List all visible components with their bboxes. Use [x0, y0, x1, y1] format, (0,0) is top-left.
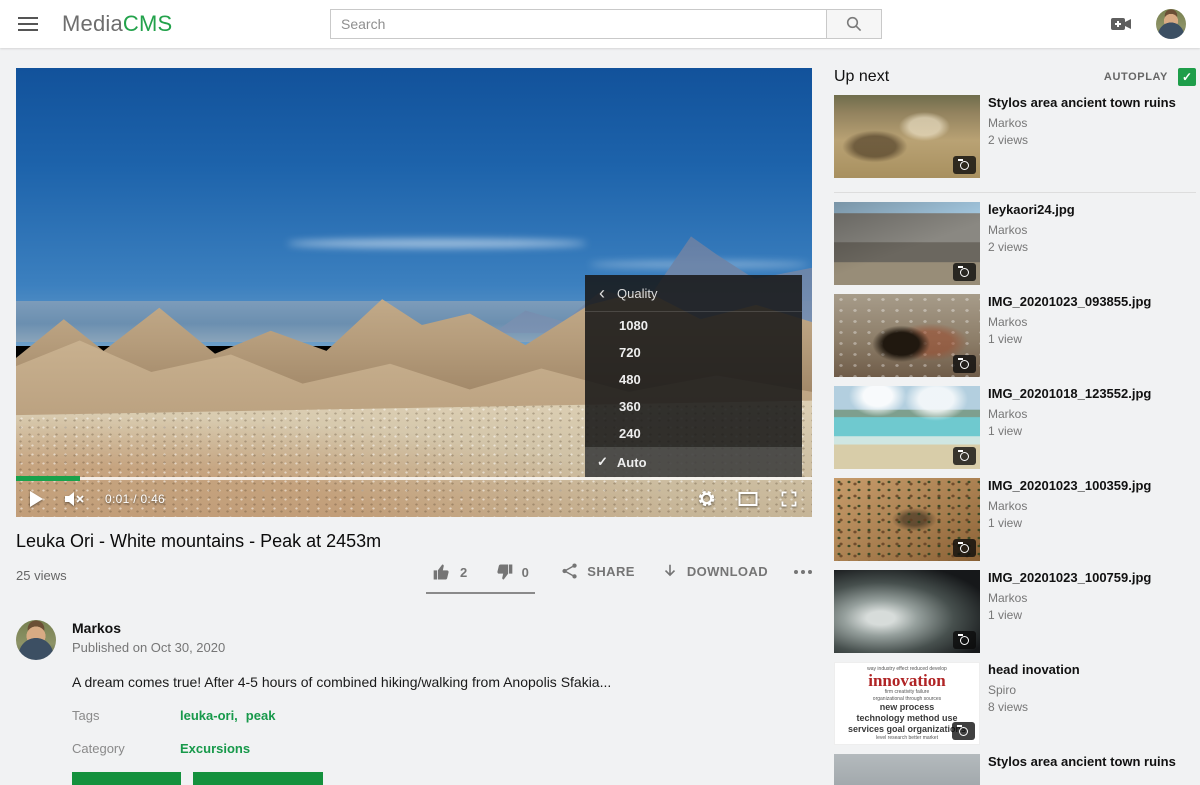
- divider: [834, 192, 1196, 193]
- more-options-icon[interactable]: [794, 562, 812, 574]
- quality-option-720[interactable]: 720: [585, 339, 802, 366]
- related-media-item[interactable]: IMG_20201018_123552.jpg Markos 1 view: [834, 386, 1196, 469]
- related-thumbnail: [834, 570, 980, 653]
- camera-badge-icon: [952, 722, 975, 740]
- search-bar: [330, 9, 882, 39]
- camera-badge-icon: [953, 631, 976, 649]
- settings-gear-icon[interactable]: [697, 489, 716, 508]
- related-media-item[interactable]: IMG_20201023_100759.jpg Markos 1 view: [834, 570, 1196, 653]
- tag-link-leuka-ori[interactable]: leuka-ori,: [180, 708, 238, 723]
- media-description: A dream comes true! After 4-5 hours of c…: [72, 674, 812, 690]
- tag-link-peak[interactable]: peak: [246, 708, 276, 723]
- related-thumbnail: [834, 202, 980, 285]
- chevron-left-icon: [599, 284, 605, 302]
- related-thumbnail: [834, 95, 980, 178]
- play-button[interactable]: [30, 491, 43, 507]
- autoplay-checkbox[interactable]: [1178, 68, 1196, 86]
- top-navbar: MediaCMS: [0, 0, 1200, 48]
- related-thumbnail-wordcloud: way industry effect reduced develop inno…: [834, 662, 980, 745]
- logo-cms: CMS: [123, 11, 173, 36]
- related-thumbnail: [834, 294, 980, 377]
- video-frame-cloud: [287, 239, 587, 248]
- quality-menu: Quality 1080 720 480 360 240 Auto: [585, 275, 802, 477]
- mute-icon[interactable]: [63, 490, 85, 508]
- like-count: 2: [460, 565, 468, 580]
- author-name[interactable]: Markos: [72, 620, 225, 636]
- app-logo[interactable]: MediaCMS: [62, 11, 172, 37]
- related-thumbnail: [834, 754, 980, 785]
- publish-date: Published on Oct 30, 2020: [72, 640, 225, 655]
- camera-badge-icon: [953, 355, 976, 373]
- camera-badge-icon: [953, 263, 976, 281]
- category-label: Category: [72, 741, 180, 756]
- search-button[interactable]: [827, 9, 882, 39]
- related-media-item[interactable]: way industry effect reduced develop inno…: [834, 662, 1196, 745]
- thumbs-down-icon: [494, 562, 514, 582]
- category-row: Category Excursions: [72, 741, 812, 756]
- video-controls: 0:01 / 0:46: [16, 480, 812, 517]
- quality-menu-back[interactable]: Quality: [585, 275, 802, 312]
- thumbs-up-icon: [432, 562, 452, 582]
- menu-icon[interactable]: [8, 4, 48, 44]
- video-player[interactable]: Quality 1080 720 480 360 240 Auto: [16, 68, 812, 517]
- media-title: Leuka Ori - White mountains - Peak at 24…: [16, 531, 812, 552]
- related-media-item[interactable]: IMG_20201023_093855.jpg Markos 1 view: [834, 294, 1196, 377]
- delete-media-button[interactable]: DELETE MEDIA: [193, 772, 323, 785]
- fullscreen-icon[interactable]: [780, 490, 798, 508]
- quality-option-1080[interactable]: 1080: [585, 312, 802, 339]
- autoplay-label: AUTOPLAY: [1104, 71, 1168, 83]
- time-display: 0:01 / 0:46: [105, 492, 165, 506]
- upload-media-icon[interactable]: [1110, 15, 1132, 33]
- author-avatar[interactable]: [16, 620, 56, 660]
- vote-group: 2 0: [426, 562, 535, 594]
- related-media-item[interactable]: IMG_20201023_100359.jpg Markos 1 view: [834, 478, 1196, 561]
- download-button[interactable]: DOWNLOAD: [661, 562, 768, 580]
- related-thumbnail: [834, 478, 980, 561]
- search-icon: [845, 15, 863, 33]
- category-link[interactable]: Excursions: [180, 741, 250, 756]
- theater-mode-icon[interactable]: [738, 491, 758, 507]
- share-icon: [561, 562, 579, 580]
- dislike-button[interactable]: 0: [494, 562, 530, 582]
- check-icon: [597, 454, 608, 470]
- user-avatar[interactable]: [1156, 9, 1186, 39]
- search-input[interactable]: [330, 9, 827, 39]
- quality-option-auto[interactable]: Auto: [585, 447, 802, 477]
- tags-label: Tags: [72, 708, 180, 723]
- edit-media-button[interactable]: EDIT MEDIA: [72, 772, 181, 785]
- camera-badge-icon: [953, 156, 976, 174]
- tags-row: Tags leuka-ori, peak: [72, 708, 812, 723]
- dislike-count: 0: [522, 565, 530, 580]
- quality-option-360[interactable]: 360: [585, 393, 802, 420]
- like-button[interactable]: 2: [432, 562, 468, 582]
- share-button[interactable]: SHARE: [561, 562, 635, 580]
- camera-badge-icon: [953, 539, 976, 557]
- camera-badge-icon: [953, 447, 976, 465]
- quality-option-240[interactable]: 240: [585, 420, 802, 447]
- related-media-item[interactable]: Stylos area ancient town ruins: [834, 754, 1196, 785]
- views-count: 25 views: [16, 562, 67, 583]
- related-media-item[interactable]: Stylos area ancient town ruins Markos 2 …: [834, 95, 1196, 178]
- download-icon: [661, 562, 679, 580]
- up-next-title: Up next: [834, 68, 889, 86]
- quality-option-480[interactable]: 480: [585, 366, 802, 393]
- logo-media: Media: [62, 11, 123, 36]
- quality-menu-title: Quality: [617, 286, 657, 301]
- up-next-sidebar: Up next AUTOPLAY Stylos area ancient tow…: [834, 68, 1200, 785]
- related-thumbnail: [834, 386, 980, 469]
- related-media-item[interactable]: leykaori24.jpg Markos 2 views: [834, 202, 1196, 285]
